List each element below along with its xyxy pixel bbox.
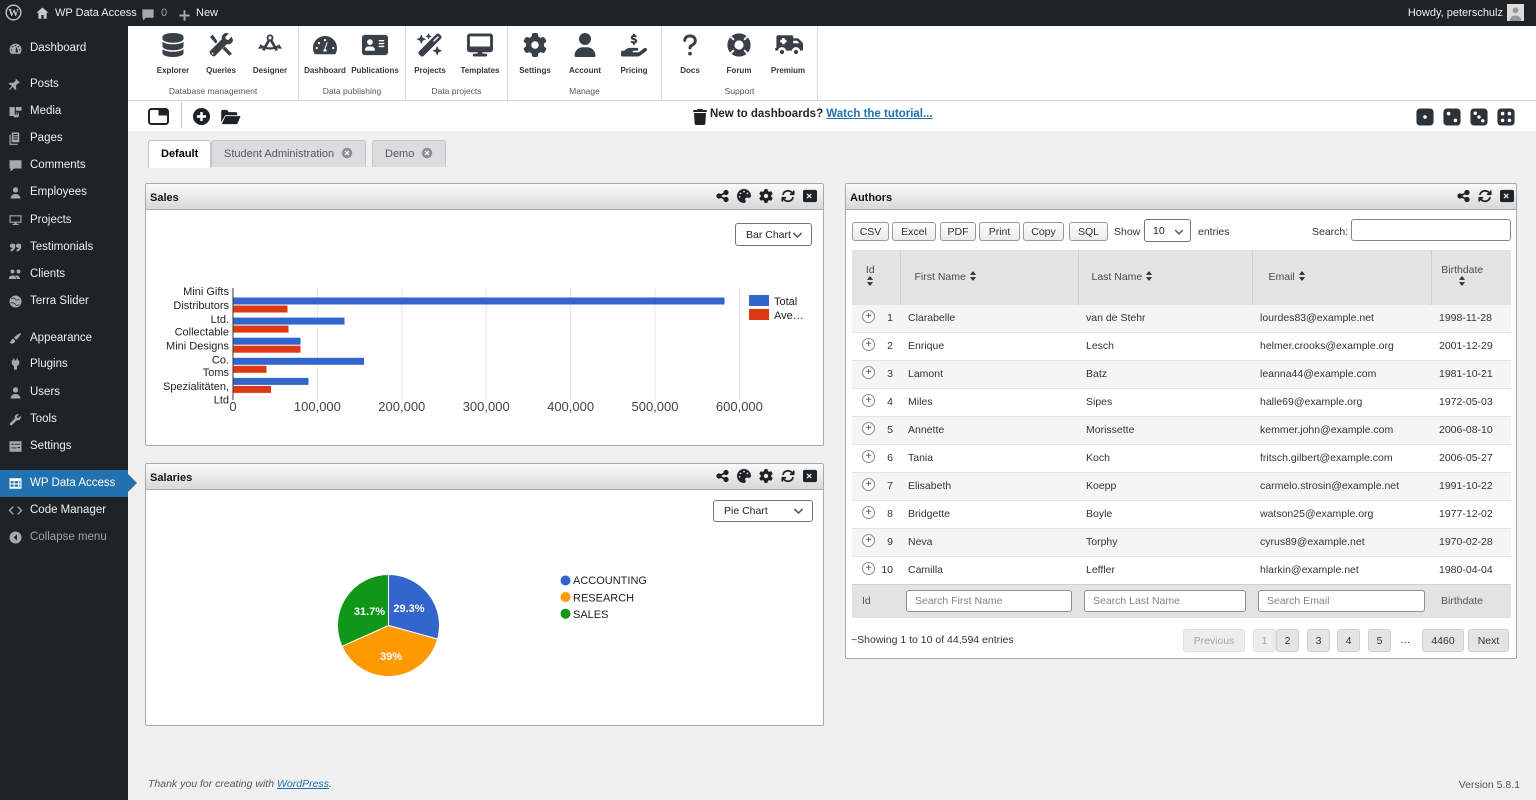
svg-text:Total: Total	[774, 296, 797, 308]
svg-text:400,000: 400,000	[547, 399, 594, 414]
svg-text:500,000: 500,000	[632, 399, 679, 414]
svg-text:RESEARCH: RESEARCH	[573, 593, 634, 605]
svg-text:Toms: Toms	[203, 367, 230, 379]
svg-text:ACCOUNTING: ACCOUNTING	[573, 575, 647, 587]
svg-text:Distributors: Distributors	[173, 300, 229, 312]
svg-text:200,000: 200,000	[378, 399, 425, 414]
svg-text:Ave…: Ave…	[774, 310, 804, 322]
svg-text:SALES: SALES	[573, 609, 608, 621]
svg-text:Ltd: Ltd	[214, 395, 229, 407]
svg-text:Co.: Co.	[212, 355, 229, 367]
svg-text:39%: 39%	[380, 651, 402, 663]
svg-text:Collectable: Collectable	[175, 327, 229, 339]
svg-text:600,000: 600,000	[716, 399, 763, 414]
svg-text:W: W	[8, 8, 19, 19]
svg-text:29.3%: 29.3%	[393, 603, 424, 615]
svg-text:Mini Gifts: Mini Gifts	[183, 286, 229, 298]
svg-text:Spezialitäten,: Spezialitäten,	[163, 381, 229, 393]
svg-text:31.7%: 31.7%	[354, 606, 385, 618]
svg-text:100,000: 100,000	[294, 399, 341, 414]
svg-text:300,000: 300,000	[463, 399, 510, 414]
svg-text:0: 0	[229, 399, 236, 414]
svg-text:Mini Designs: Mini Designs	[166, 341, 229, 353]
svg-text:Ltd.: Ltd.	[211, 314, 229, 326]
